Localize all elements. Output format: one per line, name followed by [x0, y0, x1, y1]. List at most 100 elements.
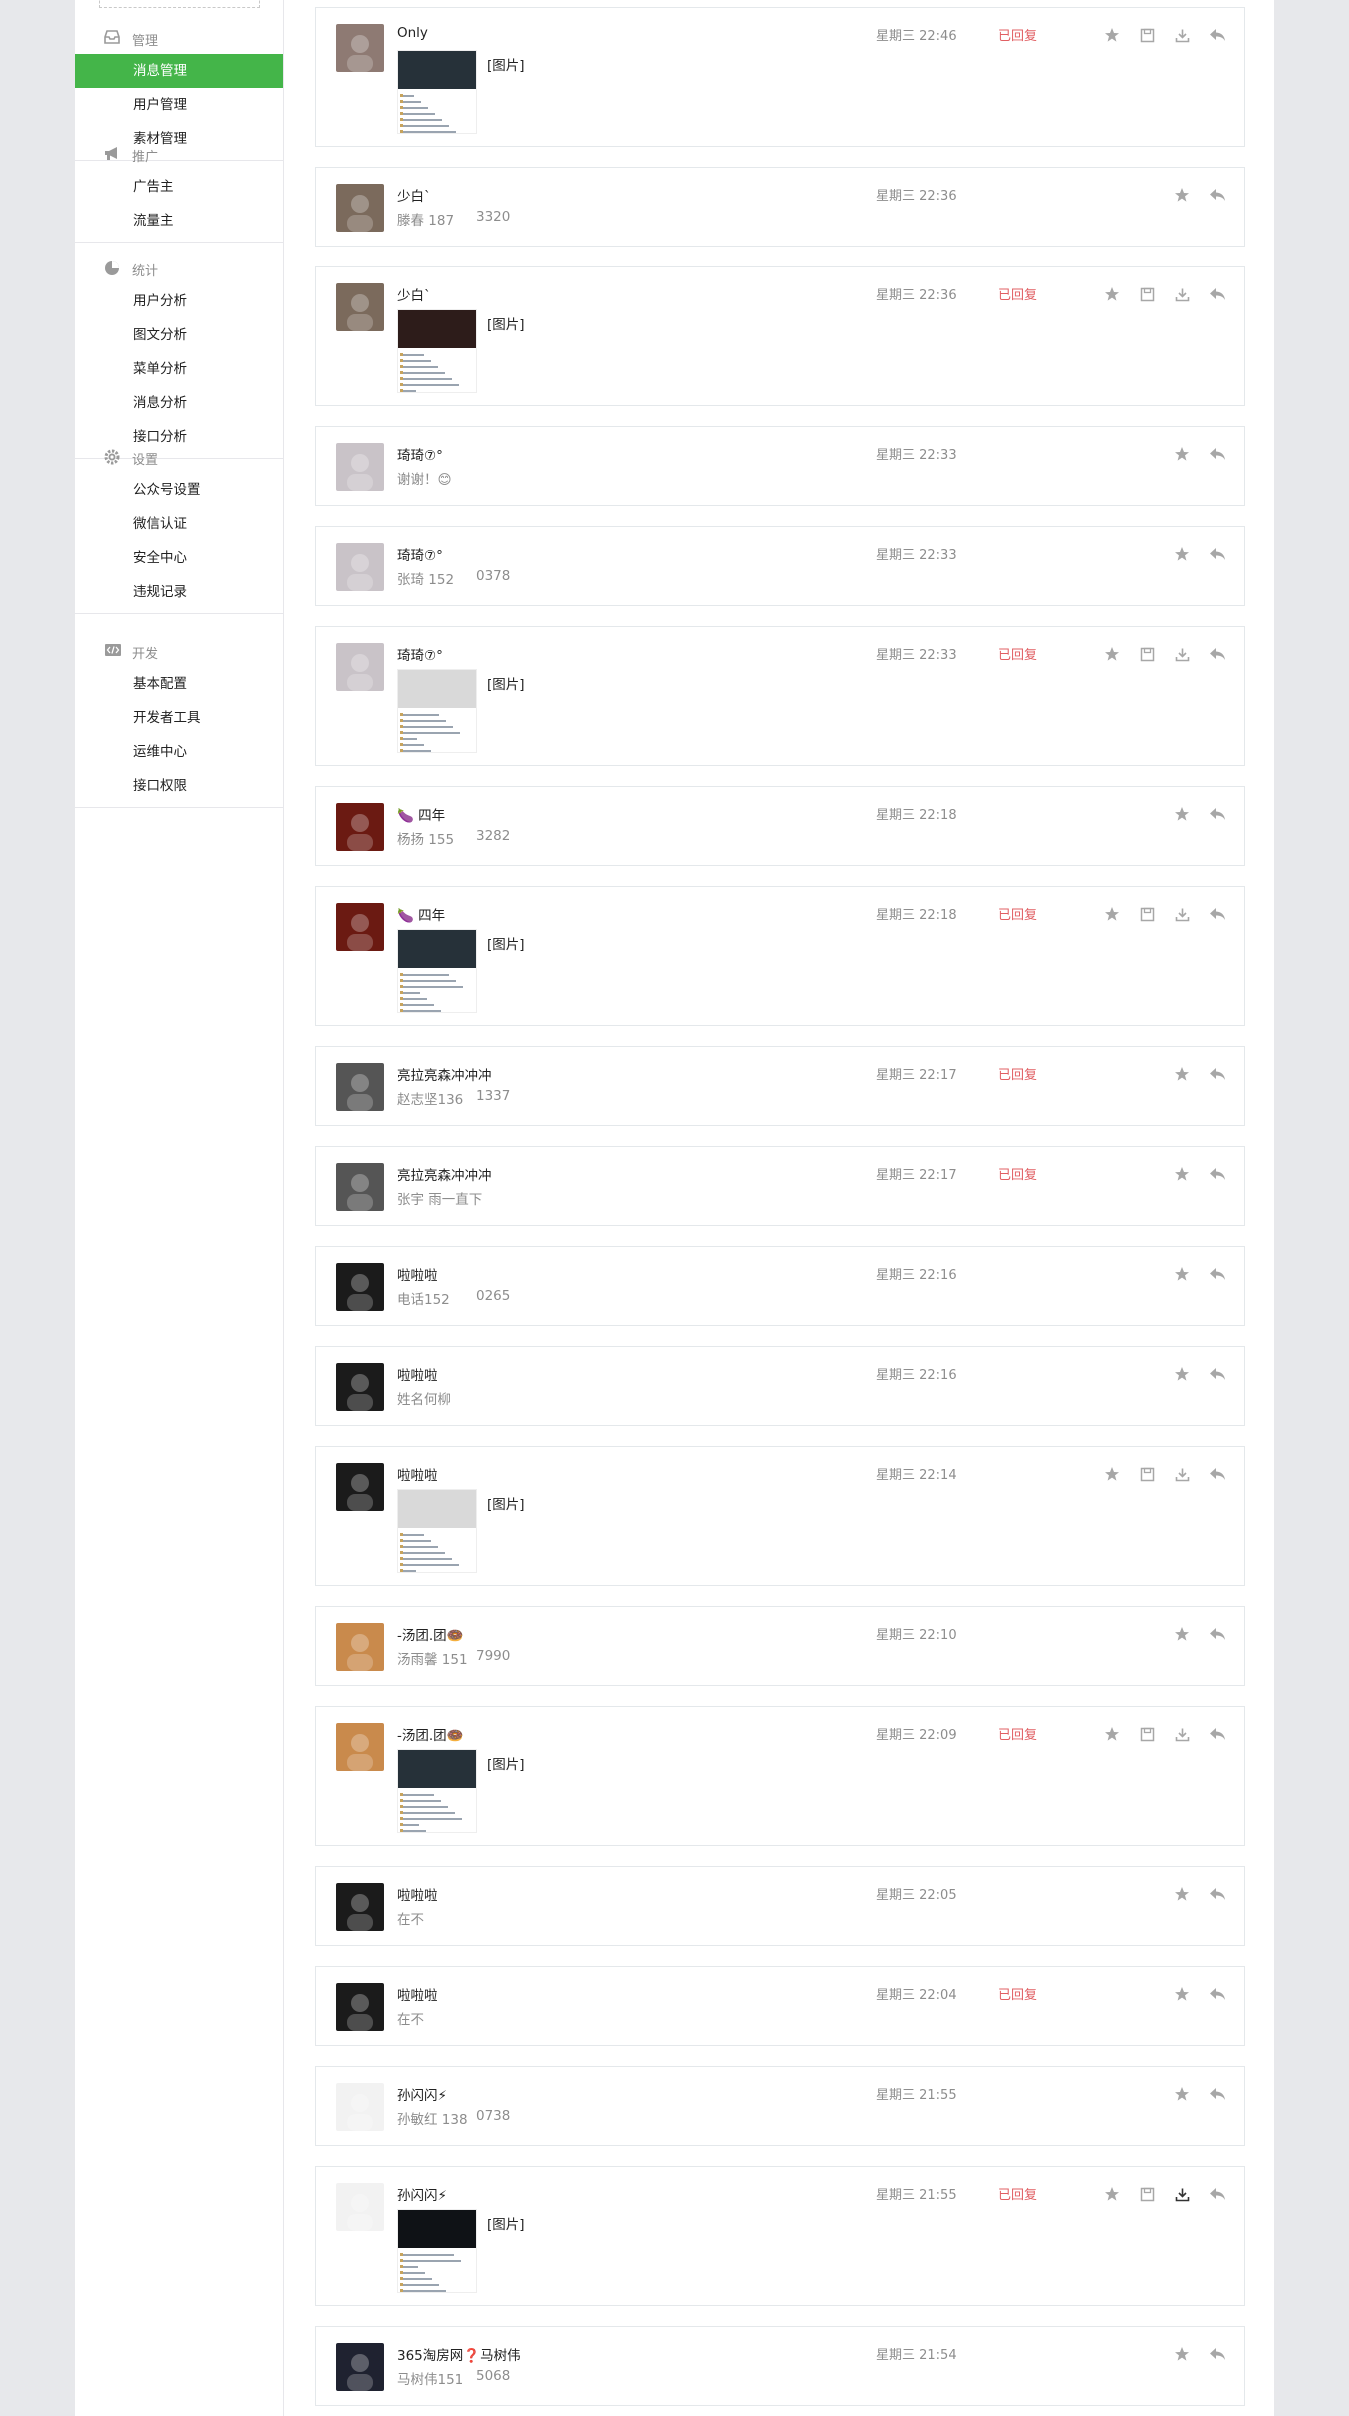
- save-icon[interactable]: [1136, 24, 1158, 46]
- user-nickname[interactable]: -汤团.团🍩: [397, 1624, 463, 1644]
- star-icon[interactable]: [1171, 2083, 1193, 2105]
- user-avatar[interactable]: [336, 2083, 384, 2131]
- user-nickname[interactable]: Only: [397, 25, 428, 41]
- star-icon[interactable]: [1101, 1463, 1123, 1485]
- reply-icon[interactable]: [1206, 1163, 1228, 1185]
- message-image-thumbnail[interactable]: [397, 2209, 477, 2293]
- download-icon[interactable]: [1171, 24, 1193, 46]
- save-icon[interactable]: [1136, 903, 1158, 925]
- reply-icon[interactable]: [1206, 1983, 1228, 2005]
- star-icon[interactable]: [1101, 283, 1123, 305]
- user-nickname[interactable]: 少白`: [397, 284, 431, 304]
- sidebar-item[interactable]: 违规记录: [75, 575, 283, 609]
- sidebar-item[interactable]: 公众号设置: [75, 473, 283, 507]
- star-icon[interactable]: [1101, 643, 1123, 665]
- user-nickname[interactable]: 啦啦啦: [397, 1884, 438, 1904]
- user-avatar[interactable]: [336, 2183, 384, 2231]
- sidebar-item[interactable]: 接口权限: [75, 769, 283, 803]
- star-icon[interactable]: [1101, 24, 1123, 46]
- user-nickname[interactable]: 啦啦啦: [397, 1464, 438, 1484]
- download-icon[interactable]: [1171, 1463, 1193, 1485]
- user-avatar[interactable]: [336, 1163, 384, 1211]
- user-avatar[interactable]: [336, 1983, 384, 2031]
- star-icon[interactable]: [1171, 1063, 1193, 1085]
- star-icon[interactable]: [1171, 1883, 1193, 1905]
- sidebar-item[interactable]: 消息管理: [75, 54, 283, 88]
- reply-icon[interactable]: [1206, 1263, 1228, 1285]
- user-nickname[interactable]: 琦琦⑦°: [397, 444, 443, 464]
- user-nickname[interactable]: 🍆 四年: [397, 804, 445, 824]
- message-image-thumbnail[interactable]: [397, 929, 477, 1013]
- download-icon[interactable]: [1171, 283, 1193, 305]
- user-avatar[interactable]: [336, 1623, 384, 1671]
- user-nickname[interactable]: 🍆 四年: [397, 904, 445, 924]
- reply-icon[interactable]: [1206, 1463, 1228, 1485]
- message-image-thumbnail[interactable]: [397, 50, 477, 134]
- user-nickname[interactable]: 琦琦⑦°: [397, 544, 443, 564]
- reply-icon[interactable]: [1206, 1883, 1228, 1905]
- star-icon[interactable]: [1101, 903, 1123, 925]
- reply-icon[interactable]: [1206, 2083, 1228, 2105]
- save-icon[interactable]: [1136, 2183, 1158, 2205]
- user-avatar[interactable]: [336, 1463, 384, 1511]
- star-icon[interactable]: [1171, 1983, 1193, 2005]
- user-avatar[interactable]: [336, 1363, 384, 1411]
- sidebar-item[interactable]: 安全中心: [75, 541, 283, 575]
- sidebar-item[interactable]: 菜单分析: [75, 352, 283, 386]
- reply-icon[interactable]: [1206, 2183, 1228, 2205]
- message-image-thumbnail[interactable]: [397, 1489, 477, 1573]
- reply-icon[interactable]: [1206, 643, 1228, 665]
- user-avatar[interactable]: [336, 543, 384, 591]
- star-icon[interactable]: [1171, 443, 1193, 465]
- star-icon[interactable]: [1171, 184, 1193, 206]
- sidebar-item[interactable]: 图文分析: [75, 318, 283, 352]
- star-icon[interactable]: [1171, 1163, 1193, 1185]
- sidebar-item[interactable]: 用户管理: [75, 88, 283, 122]
- download-icon[interactable]: [1171, 1723, 1193, 1745]
- reply-icon[interactable]: [1206, 803, 1228, 825]
- save-icon[interactable]: [1136, 283, 1158, 305]
- sidebar-item[interactable]: 用户分析: [75, 284, 283, 318]
- download-icon[interactable]: [1171, 2183, 1193, 2205]
- user-avatar[interactable]: [336, 1063, 384, 1111]
- user-avatar[interactable]: [336, 443, 384, 491]
- reply-icon[interactable]: [1206, 24, 1228, 46]
- user-nickname[interactable]: 琦琦⑦°: [397, 644, 443, 664]
- star-icon[interactable]: [1171, 2343, 1193, 2365]
- star-icon[interactable]: [1171, 543, 1193, 565]
- message-image-thumbnail[interactable]: [397, 309, 477, 393]
- user-avatar[interactable]: [336, 903, 384, 951]
- user-avatar[interactable]: [336, 1883, 384, 1931]
- save-icon[interactable]: [1136, 643, 1158, 665]
- reply-icon[interactable]: [1206, 903, 1228, 925]
- reply-icon[interactable]: [1206, 1623, 1228, 1645]
- reply-icon[interactable]: [1206, 1063, 1228, 1085]
- reply-icon[interactable]: [1206, 543, 1228, 565]
- user-avatar[interactable]: [336, 283, 384, 331]
- sidebar-item[interactable]: 流量主: [75, 204, 283, 238]
- user-nickname[interactable]: 亮拉亮森冲冲冲: [397, 1164, 492, 1184]
- user-nickname[interactable]: 啦啦啦: [397, 1984, 438, 2004]
- sidebar-item[interactable]: 微信认证: [75, 507, 283, 541]
- user-avatar[interactable]: [336, 1723, 384, 1771]
- user-nickname[interactable]: 孙闪闪⚡: [397, 2184, 447, 2204]
- user-avatar[interactable]: [336, 803, 384, 851]
- user-nickname[interactable]: 少白`: [397, 185, 431, 205]
- sidebar-item[interactable]: 基本配置: [75, 667, 283, 701]
- user-avatar[interactable]: [336, 184, 384, 232]
- sidebar-item[interactable]: 消息分析: [75, 386, 283, 420]
- user-nickname[interactable]: 啦啦啦: [397, 1364, 438, 1384]
- sidebar-item[interactable]: 广告主: [75, 170, 283, 204]
- user-avatar[interactable]: [336, 24, 384, 72]
- save-icon[interactable]: [1136, 1463, 1158, 1485]
- message-image-thumbnail[interactable]: [397, 669, 477, 753]
- download-icon[interactable]: [1171, 643, 1193, 665]
- star-icon[interactable]: [1171, 803, 1193, 825]
- reply-icon[interactable]: [1206, 443, 1228, 465]
- user-nickname[interactable]: 孙闪闪⚡: [397, 2084, 447, 2104]
- user-avatar[interactable]: [336, 2343, 384, 2391]
- download-icon[interactable]: [1171, 903, 1193, 925]
- user-nickname[interactable]: 365淘房网❓马树伟: [397, 2344, 521, 2364]
- user-nickname[interactable]: 啦啦啦: [397, 1264, 438, 1284]
- reply-icon[interactable]: [1206, 1723, 1228, 1745]
